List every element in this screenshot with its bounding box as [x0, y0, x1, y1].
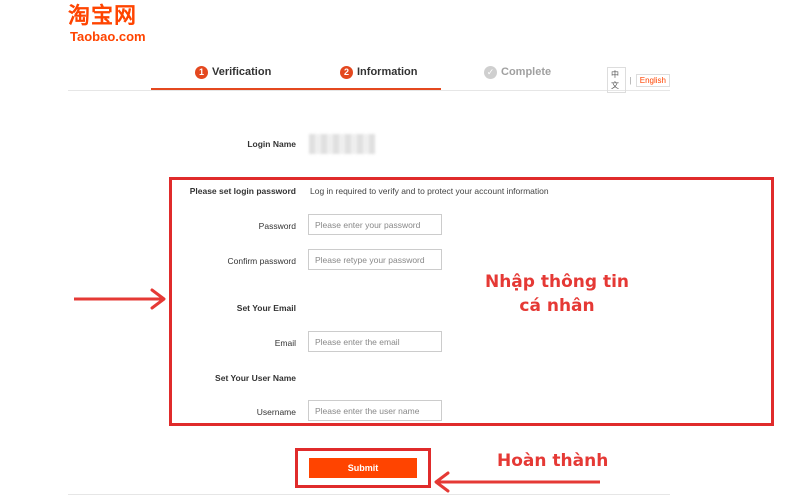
password-info-text: Log in required to verify and to protect…	[310, 186, 549, 196]
arrow-right-icon	[74, 288, 166, 310]
language-switcher: 中文 | English	[607, 67, 670, 93]
footer-divider	[68, 494, 670, 495]
step-complete: ✓ Complete	[484, 66, 551, 90]
email-input[interactable]	[308, 331, 442, 352]
language-separator: |	[629, 75, 632, 85]
step-2-number: 2	[340, 66, 353, 79]
step-verification: 1 Verification	[195, 66, 271, 90]
step-information: 2 Information	[340, 66, 418, 90]
step-complete-label: Complete	[501, 66, 552, 78]
step-1-number: 1	[195, 66, 208, 79]
step-information-label: Information	[357, 66, 418, 78]
confirm-password-input[interactable]	[308, 249, 442, 270]
logo-latin-text: Taobao.com	[70, 29, 146, 44]
username-label: Username	[256, 407, 296, 417]
logo-chinese-text: 淘宝网	[68, 4, 138, 29]
progress-steps: 1 Verification 2 Information ✓ Complete …	[68, 60, 670, 93]
enter-info-annotation: Nhập thông tin cá nhân	[484, 272, 630, 316]
done-annotation: Hoàn thành	[497, 451, 609, 471]
arrow-left-icon	[434, 471, 600, 493]
check-icon: ✓	[484, 66, 497, 79]
taobao-logo[interactable]: 淘宝网 Taobao.com	[68, 4, 168, 44]
submit-button[interactable]: Submit	[309, 458, 417, 478]
username-input[interactable]	[308, 400, 442, 421]
language-english-link[interactable]: English	[635, 73, 670, 87]
email-label: Email	[274, 338, 296, 348]
confirm-password-label: Confirm password	[227, 256, 297, 266]
login-name-masked-value	[309, 134, 375, 154]
password-input[interactable]	[308, 214, 442, 235]
password-section-title: Please set login password	[189, 186, 296, 196]
login-name-label: Login Name	[247, 139, 296, 149]
step-verification-label: Verification	[212, 66, 272, 78]
password-label: Password	[258, 221, 296, 231]
username-section-title: Set Your User Name	[215, 373, 296, 383]
active-step-underline	[151, 88, 441, 90]
language-chinese-link[interactable]: 中文	[607, 67, 626, 93]
